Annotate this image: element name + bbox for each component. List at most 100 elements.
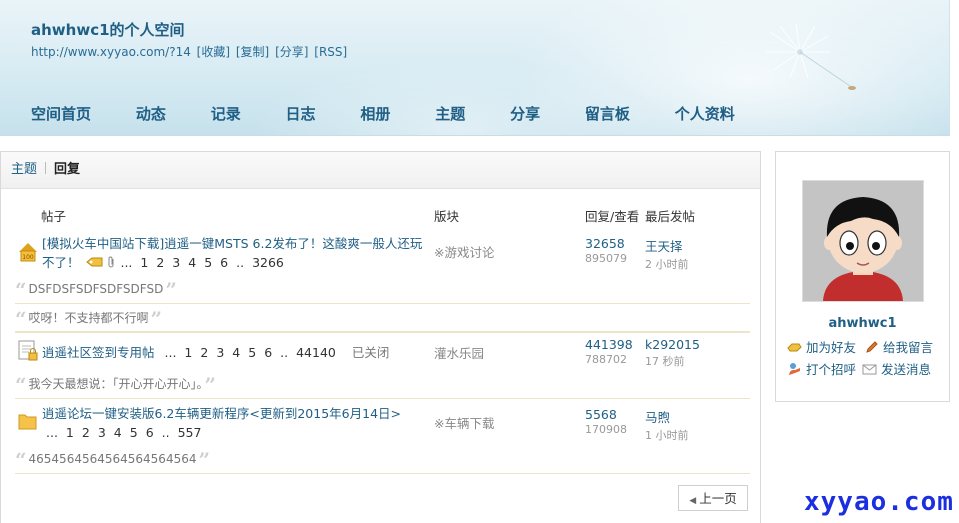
reply-quote-text[interactable]: 4654564564564564564564 <box>29 452 197 466</box>
send-message-action[interactable]: 发送消息 <box>862 359 931 378</box>
nav-guestbook[interactable]: 留言板 <box>585 103 630 124</box>
page-link[interactable]: 4 <box>188 255 196 270</box>
space-url-line: http://www.xyyao.com/?14 [收藏] [复制] [分享] … <box>31 43 349 60</box>
thread-pagination: ... 1 2 3 4 5 6.. 557 <box>46 425 209 440</box>
column-replies-views: 回复/查看 <box>585 209 640 224</box>
locked-thread-icon <box>18 340 38 361</box>
last-poster-link[interactable]: 马煦 <box>645 410 670 425</box>
thread-last-post: 王天择 2 小时前 <box>645 236 689 272</box>
page-link[interactable]: 5 <box>130 425 138 440</box>
reply-count: 32658 <box>585 236 625 251</box>
view-count: 788702 <box>585 353 627 366</box>
nav-blog[interactable]: 日志 <box>286 103 316 124</box>
page-link[interactable]: 4 <box>114 425 122 440</box>
page-link[interactable]: 2 <box>82 425 90 440</box>
thread-title-link[interactable]: 逍遥论坛一键安装版6.2车辆更新程序<更新到2015年6月14日> <box>42 406 401 421</box>
nav-home[interactable]: 空间首页 <box>31 103 91 124</box>
thread-forum[interactable]: ※游戏讨论 <box>434 242 494 261</box>
reply-count: 5568 <box>585 407 617 422</box>
last-post-time[interactable]: 17 秒前 <box>645 353 700 369</box>
page-link[interactable]: 3 <box>98 425 106 440</box>
reply-quote-text[interactable]: 我今天最想说：「开心开心开心」。 <box>29 377 203 391</box>
thread-row-1: [模拟火车中国站下载]逍遥一键MSTS 6.2发布了！这酸爽一般人还玩不了！ .… <box>42 234 427 272</box>
add-friend-label: 加为好友 <box>806 340 857 355</box>
favorite-link[interactable]: [收藏] <box>197 45 230 59</box>
close-quote-icon: ” <box>204 373 217 397</box>
hot-thread-icon: 100 <box>19 243 37 262</box>
reward-icon <box>85 257 102 267</box>
page-link[interactable]: 3 <box>172 255 180 270</box>
pencil-icon <box>866 341 878 353</box>
open-quote-icon: “ <box>15 278 27 302</box>
space-title[interactable]: ahwhwc1的个人空间 <box>31 19 185 40</box>
add-friend-action[interactable]: 加为好友 <box>787 337 856 356</box>
prev-page-button[interactable]: ◀ 上一页 <box>678 485 748 511</box>
page-ellipsis: ... <box>120 255 133 270</box>
site-watermark: xyyao.com <box>804 487 954 517</box>
page-link[interactable]: 5 <box>248 345 256 360</box>
thread-forum[interactable]: 灌水乐园 <box>434 343 484 362</box>
page-link[interactable]: 6 <box>220 255 228 270</box>
tab-topics[interactable]: 主题 <box>11 162 37 177</box>
space-url-link[interactable]: http://www.xyyao.com/?14 <box>31 45 191 59</box>
thread-divider <box>15 398 750 399</box>
page-link[interactable]: 1 <box>66 425 74 440</box>
page-link[interactable]: 5 <box>204 255 212 270</box>
nav-album[interactable]: 相册 <box>360 103 390 124</box>
page-link[interactable]: 3 <box>216 345 224 360</box>
leave-message-action[interactable]: 给我留言 <box>864 337 933 356</box>
folder-thread-icon <box>18 414 37 430</box>
page-link-last[interactable]: 557 <box>178 425 202 440</box>
space-header: ahwhwc1的个人空间 http://www.xyyao.com/?14 [收… <box>0 0 950 136</box>
last-post-time[interactable]: 2 小时前 <box>645 256 689 272</box>
reply-quote: “DSFDSFSDFSDFSDFSD” <box>15 275 750 304</box>
page-link[interactable]: 1 <box>140 255 148 270</box>
share-link[interactable]: [分享] <box>275 45 308 59</box>
avatar[interactable] <box>802 180 924 302</box>
header-background-glow-2 <box>250 60 670 135</box>
reply-count: 441398 <box>585 337 633 352</box>
nav-share[interactable]: 分享 <box>510 103 540 124</box>
poke-action[interactable]: 打个招呼 <box>787 359 856 378</box>
profile-sidebar: ahwhwc1 加为好友 给我留言 打个招呼 发送消息 <box>775 151 950 402</box>
page-link[interactable]: 2 <box>200 345 208 360</box>
page-link-last[interactable]: 44140 <box>296 345 336 360</box>
page-link[interactable]: 1 <box>184 345 192 360</box>
page-link-last[interactable]: 3266 <box>252 255 284 270</box>
thread-counts: 32658 895079 <box>585 236 627 265</box>
page-link[interactable]: 2 <box>156 255 164 270</box>
send-message-label: 发送消息 <box>881 362 932 377</box>
reply-quote-text[interactable]: DSFDSFSDFSDFSDFSD <box>29 282 164 296</box>
last-poster-link[interactable]: k292015 <box>645 337 700 352</box>
reply-quote: “我今天最想说：「开心开心开心」。” <box>15 370 750 399</box>
thread-pagination: ... 1 2 3 4 5 6.. 3266 <box>120 255 291 270</box>
envelope-icon <box>862 364 877 375</box>
thread-title-link[interactable]: 逍遥社区签到专用帖 <box>42 345 155 360</box>
page-link[interactable]: 6 <box>146 425 154 440</box>
poke-label: 打个招呼 <box>806 362 857 377</box>
reply-quote-text[interactable]: 哎呀！不支持都不行啊 <box>29 311 149 325</box>
last-poster-link[interactable]: 王天择 <box>645 239 683 254</box>
page-link[interactable]: 4 <box>232 345 240 360</box>
view-count: 895079 <box>585 252 627 265</box>
close-quote-icon: ” <box>198 448 210 472</box>
last-post-time[interactable]: 1 小时前 <box>645 427 689 443</box>
thread-divider <box>15 331 750 332</box>
page-link[interactable]: 6 <box>264 345 272 360</box>
rss-link[interactable]: [RSS] <box>314 45 347 59</box>
poke-icon <box>789 363 800 375</box>
dandelion-decoration <box>766 23 856 90</box>
thread-row-2: 逍遥社区签到专用帖 ... 1 2 3 4 5 6.. 44140 已关闭 <box>42 343 427 362</box>
nav-profile[interactable]: 个人资料 <box>675 103 735 124</box>
tab-replies[interactable]: 回复 <box>54 162 80 177</box>
thread-row-3: 逍遥论坛一键安装版6.2车辆更新程序<更新到2015年6月14日> ... 1 2 3… <box>42 404 427 442</box>
copy-link[interactable]: [复制] <box>236 45 269 59</box>
nav-feed[interactable]: 动态 <box>136 103 166 124</box>
page-ellipsis: .. <box>280 345 289 360</box>
nav-records[interactable]: 记录 <box>211 103 241 124</box>
profile-username[interactable]: ahwhwc1 <box>776 316 949 331</box>
thread-forum[interactable]: ※车辆下载 <box>434 413 494 432</box>
view-count: 170908 <box>585 423 627 436</box>
nav-topics[interactable]: 主题 <box>435 103 465 124</box>
close-quote-icon: ” <box>150 307 163 331</box>
